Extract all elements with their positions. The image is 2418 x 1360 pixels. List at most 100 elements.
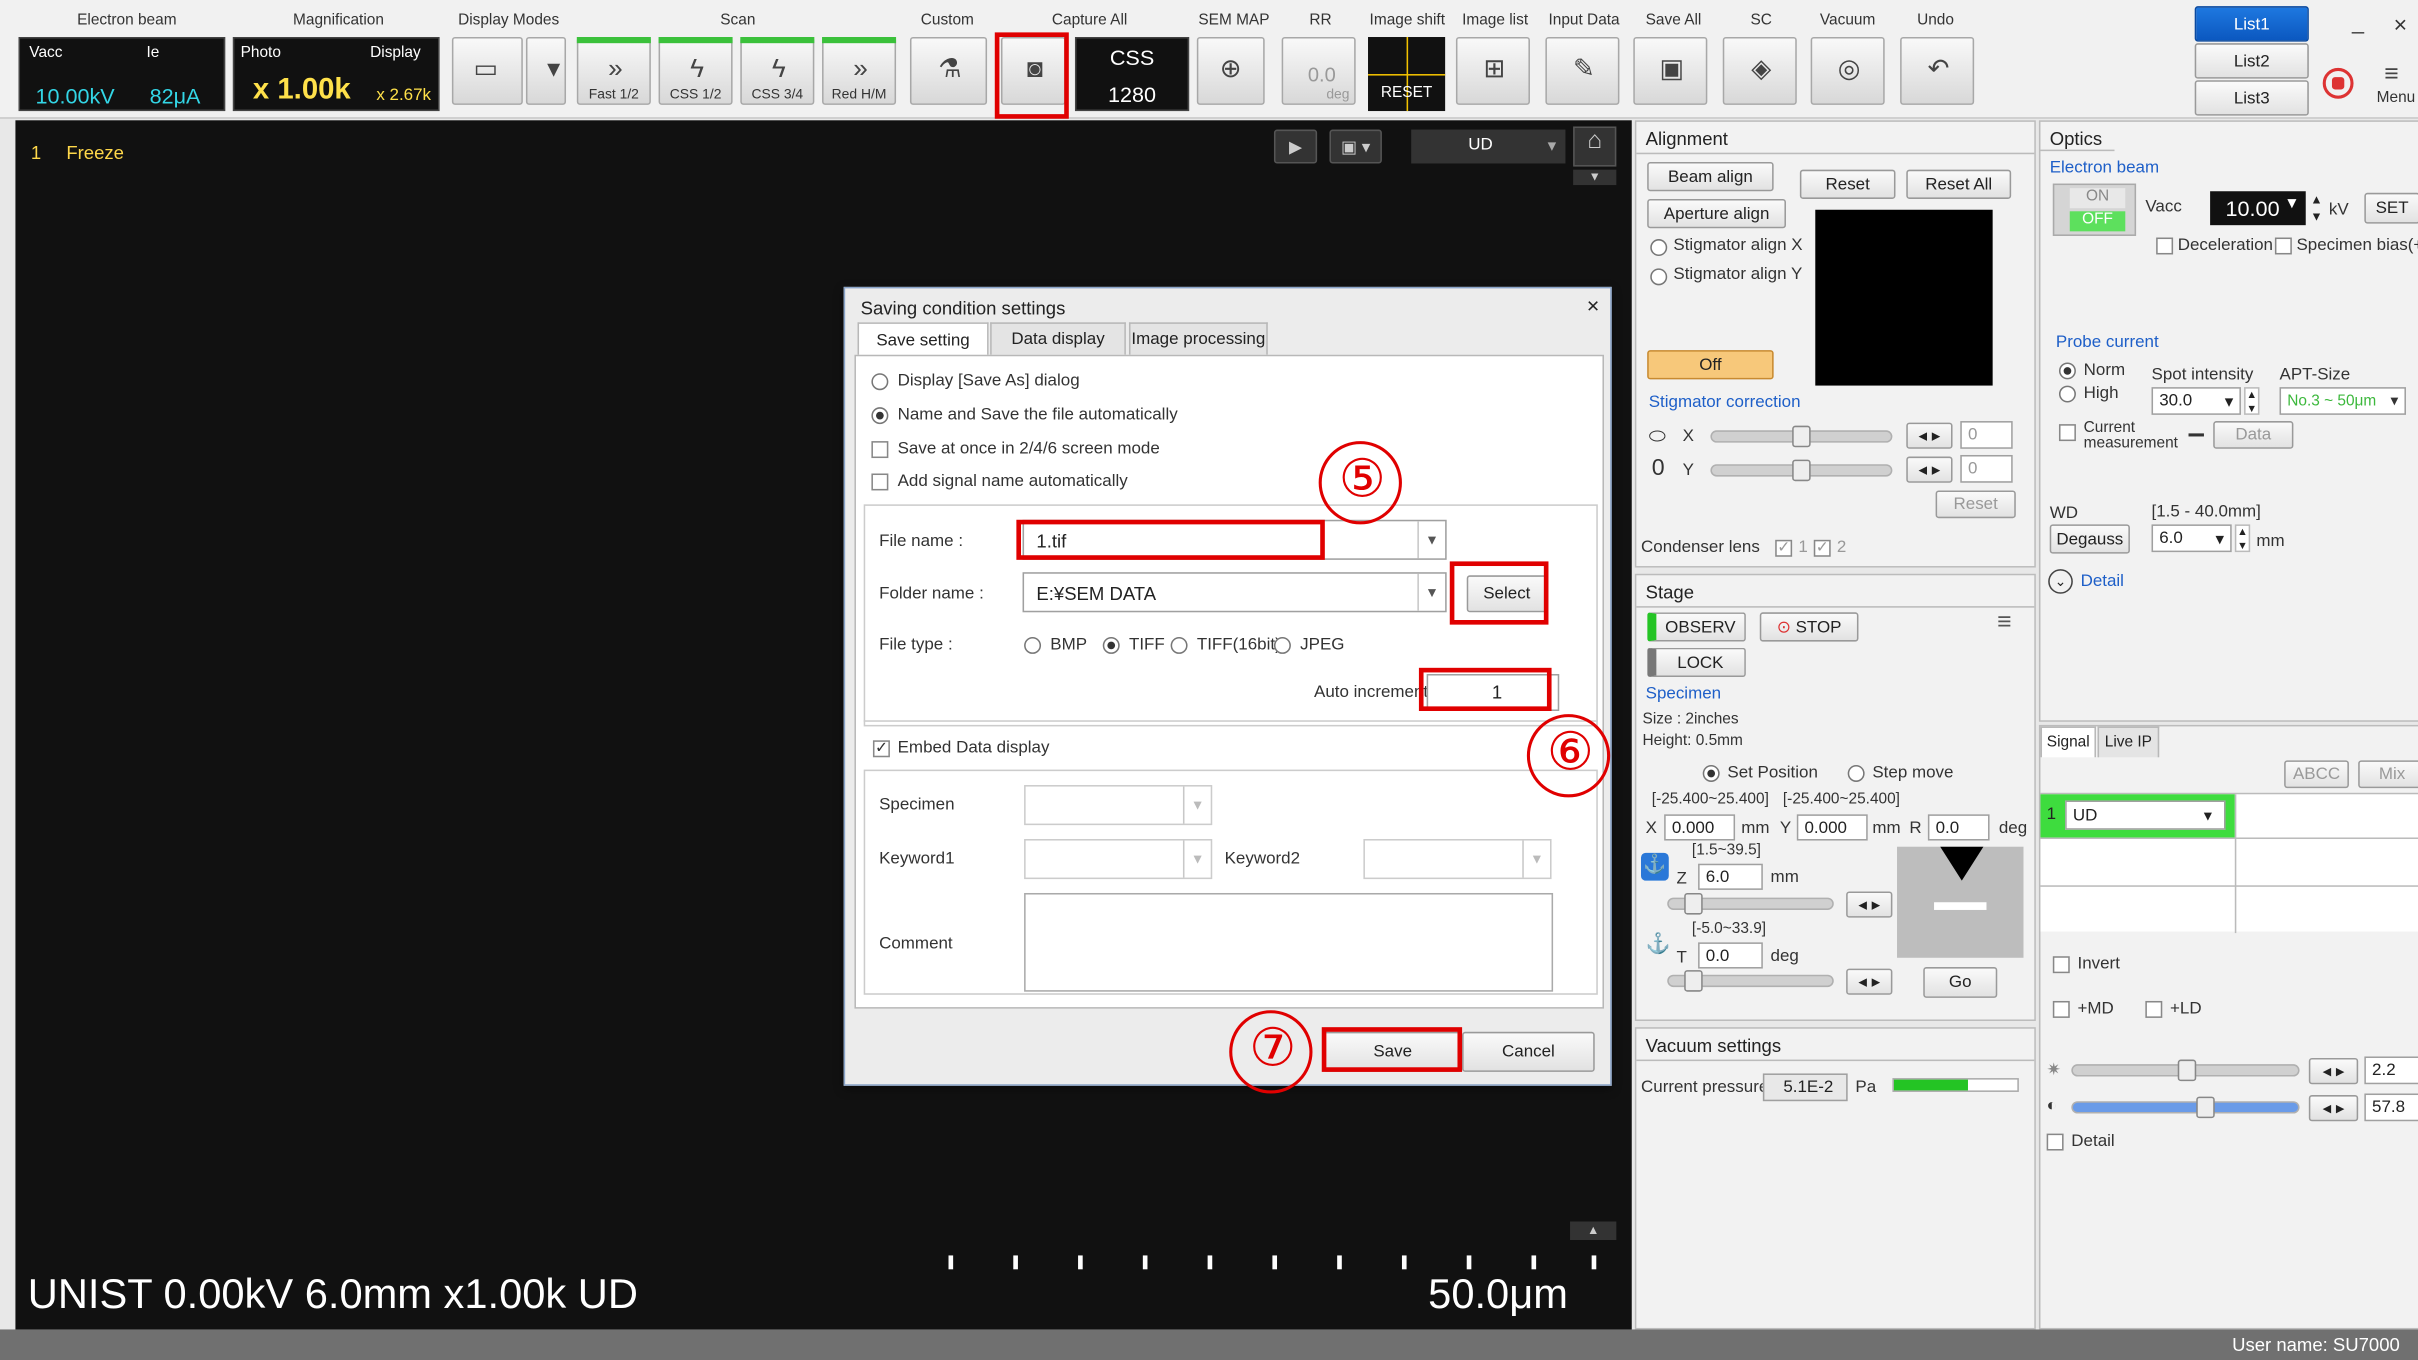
tab-live-ip[interactable]: Live IP [2097, 726, 2160, 758]
set-position-radio[interactable] [1702, 764, 1720, 782]
current-measurement-checkbox[interactable] [2058, 424, 2076, 442]
optics-detail-link[interactable]: Detail [2081, 572, 2124, 591]
beam-toggle[interactable]: ON OFF [2052, 183, 2137, 236]
electron-beam-readout[interactable]: Vacc Ie 10.00kV 82μA [18, 37, 226, 112]
deceleration-checkbox[interactable] [2156, 237, 2174, 255]
rr-button[interactable]: 0.0 deg [1281, 37, 1356, 105]
degauss-button[interactable]: Degauss [2049, 524, 2130, 554]
wd-spinner[interactable]: ▲ ▼ [2234, 524, 2251, 553]
scan-css12-button[interactable]: ϟ CSS 1/2 [658, 37, 733, 105]
vacc-spinner[interactable]: ▲ ▼ [2309, 191, 2324, 225]
beam-align-button[interactable]: Beam align [1647, 161, 1774, 192]
add-signal-checkbox[interactable] [871, 473, 889, 491]
z-axis-icon[interactable]: ⚓ [1641, 852, 1669, 881]
list3-button[interactable]: List3 [2194, 80, 2309, 116]
z-stepper[interactable]: ◂ ▸ [1846, 891, 1893, 918]
stig-y-slider[interactable] [1710, 459, 1893, 482]
vacc-set-button[interactable]: SET [2364, 192, 2418, 224]
stigmator-x-radio[interactable] [1650, 239, 1668, 257]
go-button[interactable]: Go [1923, 967, 1998, 998]
high-radio[interactable] [2058, 385, 2076, 403]
image-shift-reset[interactable]: RESET [1368, 85, 1445, 102]
align-off-button[interactable]: Off [1647, 350, 1774, 380]
input-data-button[interactable]: ✎ [1545, 37, 1620, 105]
alignment-preview[interactable] [1815, 209, 1993, 386]
sc-button[interactable]: ◈ [1722, 37, 1797, 105]
apt-size-select[interactable]: No.3 ~ 50μm ▾ [2279, 387, 2406, 415]
tab-signal[interactable]: Signal [2040, 726, 2096, 758]
signal-row-select[interactable]: UD ▼ [2065, 800, 2226, 830]
vacc-input[interactable]: 10.00 ▼ [2210, 191, 2306, 226]
scan-fast-button[interactable]: » Fast 1/2 [576, 37, 651, 105]
condenser-2-checkbox[interactable]: ✓ [1813, 539, 1831, 557]
stig-y-stepper[interactable]: ◂ ▸ [1906, 456, 1953, 483]
mouse-icon[interactable]: ⌂ [1573, 126, 1617, 167]
contrast-stepper[interactable]: ◂ ▸ [2308, 1095, 2359, 1122]
dialog-close-button[interactable]: × [1587, 293, 1600, 318]
stig-y-field[interactable]: 0 [1960, 454, 2013, 483]
z-field[interactable]: 6.0 [1698, 863, 1763, 890]
reset-all-button[interactable]: Reset All [1906, 169, 2012, 199]
wd-select[interactable]: 6.0 ▾ [2151, 524, 2232, 553]
stig-x-slider[interactable] [1710, 425, 1893, 448]
image-list-button[interactable]: ⊞ [1455, 37, 1530, 105]
norm-radio[interactable] [2058, 362, 2076, 380]
tab-image-processing[interactable]: Image processing [1128, 322, 1268, 355]
display-mode-button[interactable]: ▭ [451, 37, 523, 105]
display-mode-dropdown[interactable]: ▾ [525, 37, 567, 105]
save-once-checkbox[interactable] [871, 441, 889, 459]
mix-button[interactable]: Mix [2358, 760, 2418, 789]
tab-save-setting[interactable]: Save setting [857, 322, 989, 357]
tiff-radio[interactable] [1102, 636, 1120, 654]
abcc-button[interactable]: ABCC [2284, 760, 2349, 789]
md-checkbox[interactable] [2052, 1000, 2070, 1018]
invert-checkbox[interactable] [2052, 956, 2070, 974]
brightness-field[interactable]: 2.2 [2364, 1056, 2418, 1085]
embed-data-checkbox[interactable]: ✓ [872, 740, 890, 758]
close-window-button[interactable]: × [2394, 12, 2408, 38]
contrast-slider[interactable] [2071, 1096, 2300, 1119]
custom-button[interactable]: ⚗ [909, 37, 988, 105]
z-slider[interactable] [1667, 892, 1834, 915]
scan-red-button[interactable]: » Red H/M [822, 37, 897, 105]
bmp-radio[interactable] [1024, 636, 1042, 654]
minimize-button[interactable]: _ [2352, 9, 2364, 34]
stig-x-field[interactable]: 0 [1960, 421, 2013, 449]
save-all-button[interactable]: ▣ [1633, 37, 1708, 105]
y-field[interactable]: 0.000 [1796, 814, 1868, 841]
stig-x-stepper[interactable]: ◂ ▸ [1906, 422, 1953, 449]
t-field[interactable]: 0.0 [1698, 942, 1763, 969]
stig-reset-button[interactable]: Reset [1935, 490, 2016, 519]
comment-textarea[interactable] [1024, 892, 1554, 992]
hamburger-menu-icon[interactable]: ≡ [2384, 62, 2398, 90]
undo-button[interactable]: ↶ [1900, 37, 1975, 105]
x-field[interactable]: 0.000 [1664, 814, 1736, 841]
step-move-radio[interactable] [1847, 764, 1865, 782]
spot-intensity-select[interactable]: 30.0 ▾ [2151, 387, 2241, 415]
contrast-field[interactable]: 57.8 [2364, 1093, 2418, 1122]
stigmator-y-radio[interactable] [1650, 268, 1668, 286]
keyword1-combobox[interactable]: ▼ [1024, 839, 1213, 880]
ld-checkbox[interactable] [2145, 1000, 2163, 1018]
list2-button[interactable]: List2 [2194, 43, 2309, 79]
lock-button[interactable]: LOCK [1647, 647, 1746, 678]
spot-spinner[interactable]: ▲ ▼ [2244, 387, 2260, 415]
list1-button[interactable]: List1 [2194, 6, 2309, 42]
brightness-stepper[interactable]: ◂ ▸ [2308, 1058, 2359, 1085]
t-stepper[interactable]: ◂ ▸ [1846, 968, 1893, 995]
t-slider[interactable] [1667, 970, 1834, 992]
image-shift-pad[interactable]: RESET [1368, 37, 1446, 112]
folder-name-combobox[interactable]: E:¥SEM DATA ▼ [1022, 572, 1447, 613]
auto-save-radio[interactable] [871, 407, 889, 425]
play-button[interactable]: ▶ [1273, 129, 1318, 164]
keyword2-combobox[interactable]: ▼ [1363, 839, 1552, 880]
expand-up-icon[interactable]: ▲ [1570, 1221, 1617, 1241]
vacuum-button[interactable]: ◎ [1810, 37, 1885, 105]
sem-map-button[interactable]: ⊕ [1196, 37, 1265, 105]
save-image-button[interactable]: ▣ ▾ [1329, 129, 1382, 164]
cancel-button[interactable]: Cancel [1462, 1031, 1595, 1072]
specimen-combobox[interactable]: ▼ [1024, 785, 1213, 826]
stop-button[interactable]: ⊙ STOP [1759, 612, 1859, 642]
expand-detail-icon[interactable]: ⌄ [2048, 569, 2073, 594]
data-button[interactable]: Data [2213, 421, 2294, 449]
